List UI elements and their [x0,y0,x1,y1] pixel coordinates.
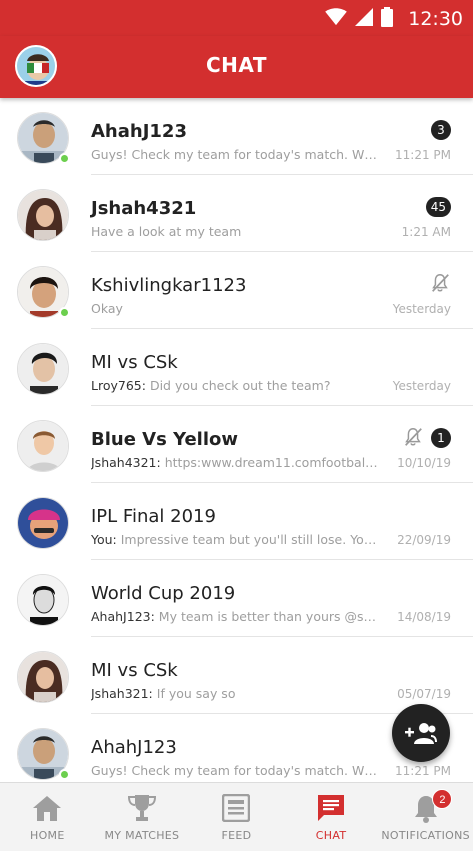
chat-preview: Lroy765: Did you check out the team? [91,378,331,393]
trophy-icon [127,795,156,821]
chat-preview: Guys! Check my team for today's match. W… [91,147,381,162]
unread-badge: 1 [431,428,451,448]
avatar [17,497,69,549]
chat-preview: AhahJ123: My team is better than yours @… [91,609,381,624]
nav-label: HOME [30,829,65,842]
chat-preview: Jshah321: If you say so [91,686,236,701]
nav-my-matches[interactable]: MY MATCHES [95,783,190,851]
chat-time: Yesterday [392,302,451,316]
chat-list: AhahJ123 Guys! Check my team for today's… [0,98,473,782]
chat-preview: Guys! Check my team for today's match. W… [91,763,381,778]
nav-label: FEED [221,829,252,842]
chat-row[interactable]: Kshivlingkar1123 Okay Yesterday [0,252,473,329]
nav-label: NOTIFICATIONS [381,829,470,842]
avatar [17,189,69,241]
online-indicator [59,307,70,318]
app-bar: CHAT [0,36,473,98]
chat-row[interactable]: AhahJ123 Guys! Check my team for today's… [0,98,473,175]
chat-time: 14/08/19 [397,610,451,624]
chat-preview: You: Impressive team but you'll still lo… [91,532,381,547]
chat-time: 22/09/19 [397,533,451,547]
mute-icon [432,274,449,292]
avatar [17,651,69,703]
status-time: 12:30 [408,8,463,30]
chat-row[interactable]: Jshah4321 Have a look at my team 45 1:21… [0,175,473,252]
feed-icon [222,794,251,822]
signal-icon [355,8,373,26]
page-title: CHAT [206,53,267,77]
add-group-button[interactable] [392,704,450,762]
add-group-icon [405,723,437,744]
chat-name: World Cup 2019 [91,583,236,604]
nav-chat[interactable]: CHAT [284,783,379,851]
online-indicator [59,153,70,164]
chat-name: IPL Final 2019 [91,506,216,527]
unread-badge: 3 [431,120,451,140]
chat-preview: Jshah4321: https:www.dream11.comfootball… [91,455,381,470]
avatar [17,420,69,472]
chat-icon [318,795,345,821]
home-icon [33,796,62,821]
chat-name: Jshah4321 [91,198,197,219]
chat-name: MI vs CSk [91,660,178,681]
chat-name: MI vs CSk [91,352,178,373]
chat-name: Blue Vs Yellow [91,429,239,450]
chat-time: 05/07/19 [397,687,451,701]
avatar [17,574,69,626]
nav-label: MY MATCHES [104,829,180,842]
nav-home[interactable]: HOME [0,783,95,851]
battery-icon [381,7,393,27]
chat-time: 10/10/19 [397,456,451,470]
chat-row[interactable]: Blue Vs Yellow Jshah4321: https:www.drea… [0,406,473,483]
chat-name: AhahJ123 [91,121,187,142]
wifi-icon [325,8,347,26]
chat-row[interactable]: World Cup 2019 AhahJ123: My team is bett… [0,560,473,637]
avatar [17,343,69,395]
chat-time: 11:21 PM [395,148,451,162]
unread-badge: 45 [425,197,451,217]
notification-badge: 2 [432,789,453,809]
chat-time: 11:21 PM [395,764,451,778]
chat-name: Kshivlingkar1123 [91,275,247,296]
chat-time: 1:21 AM [401,225,451,239]
mute-icon [405,428,422,446]
chat-preview: Okay [91,301,123,316]
bottom-nav: HOME MY MATCHES FEED CHAT 2 NOTIFICATION… [0,782,473,851]
nav-label: CHAT [315,829,347,842]
chat-row[interactable]: MI vs CSk Lroy765: Did you check out the… [0,329,473,406]
nav-feed[interactable]: FEED [189,783,284,851]
chat-row[interactable]: MI vs CSk Jshah321: If you say so 05/07/… [0,637,473,714]
chat-row[interactable]: IPL Final 2019 You: Impressive team but … [0,483,473,560]
chat-preview: Have a look at my team [91,224,242,239]
online-indicator [59,769,70,780]
chat-time: Yesterday [392,379,451,393]
chat-name: AhahJ123 [91,737,177,758]
nav-notifications[interactable]: 2 NOTIFICATIONS [378,783,473,851]
status-bar: 12:30 [0,0,473,36]
